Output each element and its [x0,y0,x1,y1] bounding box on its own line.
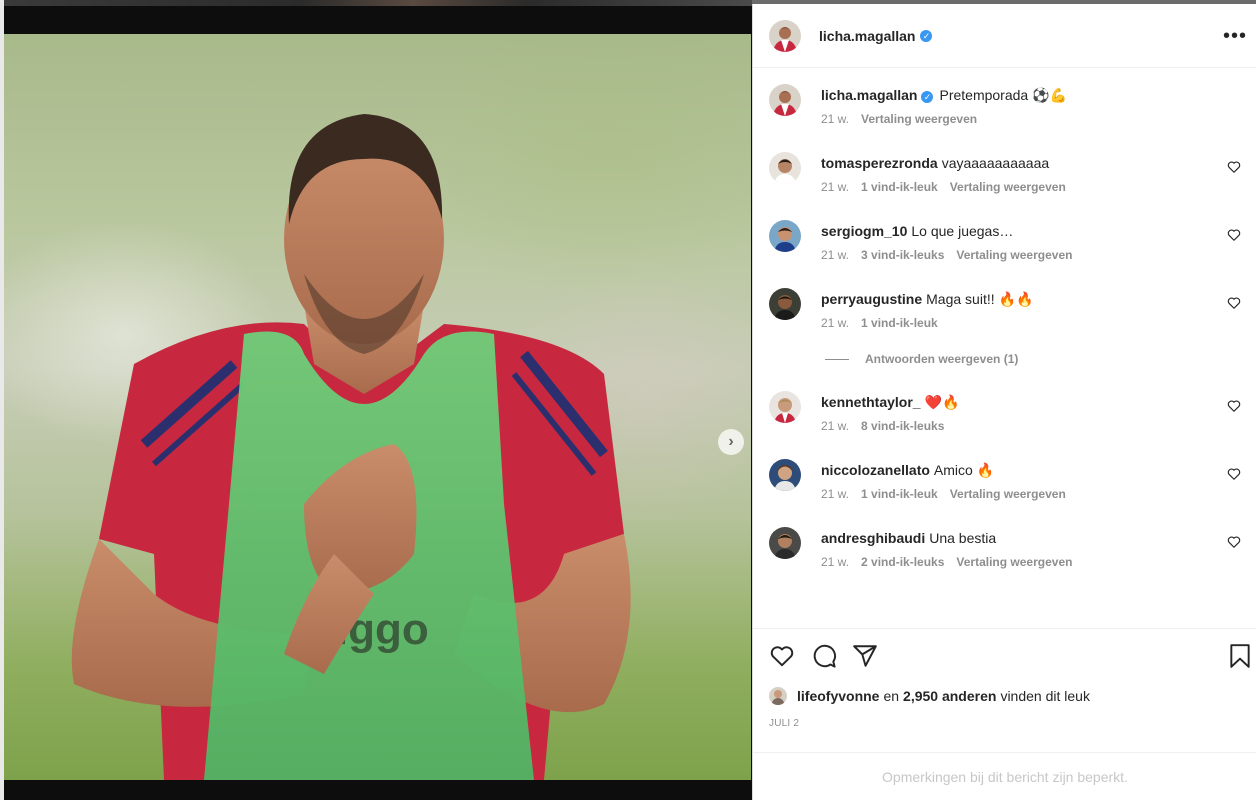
author-username[interactable]: licha.magallan [819,28,915,44]
heart-icon[interactable] [1227,160,1241,174]
verified-badge-icon: ✓ [921,91,934,103]
more-horizontal-icon: ••• [1222,25,1247,47]
comment-time[interactable]: 21 w. [821,419,849,433]
comment-time[interactable]: 21 w. [821,248,849,262]
comment-likes-button[interactable]: 1 vind-ik-leuk [861,316,938,330]
avatar[interactable] [769,527,801,559]
comment-time[interactable]: 21 w. [821,180,849,194]
comment-time[interactable]: 21 w. [821,316,849,330]
comment-text: Una bestia [929,530,997,546]
chevron-right-icon: › [728,433,734,450]
verified-badge-icon: ✓ [920,29,933,42]
avatar[interactable] [769,459,801,491]
translate-button[interactable]: Vertaling weergeven [956,248,1072,262]
action-bar: lifeofyvonne en 2,950 anderen vinden dit… [753,628,1256,756]
caption-time[interactable]: 21 w. [821,112,849,126]
translate-button[interactable]: Vertaling weergeven [950,180,1066,194]
heart-icon[interactable] [769,643,795,669]
comment-text: Maga suit!! 🔥🔥 [926,291,1034,307]
avatar[interactable] [769,19,801,52]
post-date[interactable]: JULI 2 [769,718,799,729]
comment-time[interactable]: 21 w. [821,555,849,569]
avatar[interactable] [769,391,801,423]
comment-username[interactable]: perryaugustine [821,291,922,307]
comment-text: Amico 🔥 [933,462,995,478]
translate-button[interactable]: Vertaling weergeven [956,555,1072,569]
likes-suffix: vinden dit leuk [1000,688,1090,704]
heart-icon[interactable] [1227,535,1241,549]
comments-restricted-text: Opmerkingen bij dit bericht zijn beperkt… [882,768,1128,785]
heart-icon[interactable] [1227,296,1241,310]
comment-username[interactable]: niccolozanellato [821,462,930,478]
translate-button[interactable]: Vertaling weergeven [861,112,977,126]
comment-text: Lo que juegas… [911,223,1014,239]
post-side-panel: licha.magallan ✓ ••• licha.magallan ✓ Pret… [752,4,1256,800]
view-replies-button[interactable]: Antwoorden weergeven (1) [825,352,1018,366]
caption-username[interactable]: licha.magallan [821,87,917,103]
comment-username[interactable]: sergiogm_10 [821,223,907,239]
comment-text: ❤️🔥 [924,394,960,410]
backdrop-strip [0,0,752,6]
comment-username[interactable]: kennethtaylor_ [821,394,921,410]
caption-text: Pretemporada ⚽💪 [939,87,1067,103]
comment-username[interactable]: andresghibaudi [821,530,925,546]
comment-username[interactable]: tomasperezronda [821,155,938,171]
comment-likes-button[interactable]: 8 vind-ik-leuks [861,419,944,433]
replies-divider [825,358,849,360]
bookmark-icon[interactable] [1227,643,1253,669]
comment-likes-button[interactable]: 1 vind-ik-leuk [861,487,938,501]
avatar[interactable] [769,84,801,116]
comment-likes-button[interactable]: 2 vind-ik-leuks [861,555,944,569]
post-header: licha.magallan ✓ ••• [753,4,1256,68]
liker-username[interactable]: lifeofyvonne [797,688,879,704]
share-icon[interactable] [852,643,878,669]
heart-icon[interactable] [1227,399,1241,413]
likes-connector: en [883,688,900,704]
avatar[interactable] [769,288,801,320]
player-illustration: Ziggo [71,114,631,780]
comment-likes-button[interactable]: 1 vind-ik-leuk [861,180,938,194]
avatar[interactable] [769,687,787,705]
next-slide-button[interactable]: › [718,429,744,455]
heart-icon[interactable] [1227,467,1241,481]
avatar[interactable] [769,152,801,184]
comment-likes-button[interactable]: 3 vind-ik-leuks [861,248,944,262]
more-options-button[interactable]: ••• [1223,26,1247,46]
comments-list: licha.magallan ✓ Pretemporada ⚽💪 21 w. Ver… [753,68,1256,628]
comment-icon[interactable] [811,643,837,669]
likes-summary: lifeofyvonne en 2,950 anderen vinden dit… [769,687,1090,705]
post-image[interactable]: Ziggo › [4,34,751,780]
likes-count-button[interactable]: 2,950 anderen [903,688,996,704]
comment-time[interactable]: 21 w. [821,487,849,501]
comment-text: vayaaaaaaaaaaa [941,155,1050,171]
comments-restricted-notice: Opmerkingen bij dit bericht zijn beperkt… [753,752,1256,800]
translate-button[interactable]: Vertaling weergeven [950,487,1066,501]
avatar[interactable] [769,220,801,252]
view-replies-label: Antwoorden weergeven (1) [865,352,1019,366]
heart-icon[interactable] [1227,228,1241,242]
